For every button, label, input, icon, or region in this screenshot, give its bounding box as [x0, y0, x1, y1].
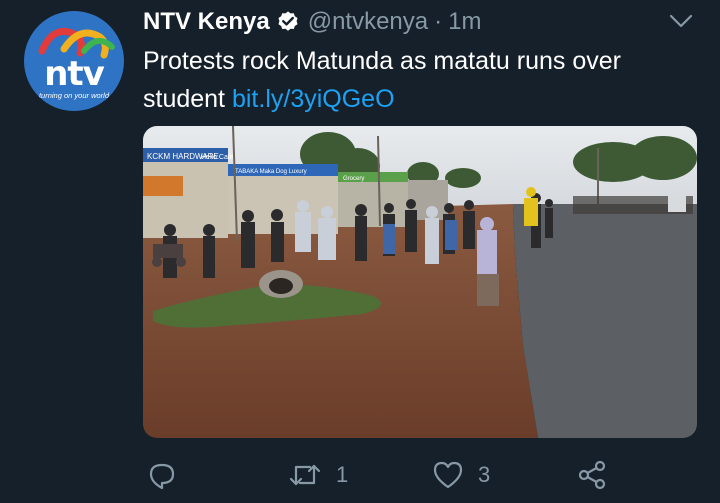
share-icon: [578, 460, 606, 490]
retweet-button[interactable]: 1: [288, 455, 348, 495]
separator-dot: ·: [434, 8, 443, 35]
like-count: 3: [478, 462, 491, 487]
like-button[interactable]: 3: [432, 455, 490, 495]
avatar-tagline: turning on your world: [38, 91, 110, 100]
chevron-down-icon[interactable]: [668, 12, 694, 30]
shop-sign-4: Grocery: [343, 176, 364, 182]
photo-scene: KCKM HARDWARE Hello Cafe TABAKA Maka Dog…: [143, 126, 697, 438]
handle[interactable]: @ntvkenya: [308, 8, 428, 36]
verified-badge-icon: [278, 11, 298, 31]
avatar[interactable]: ntv turning on your world: [24, 11, 124, 111]
tweet-header: NTV Kenya @ntvkenya · 1m: [143, 6, 481, 38]
share-button[interactable]: [577, 455, 607, 495]
avatar-logo-text: ntv: [44, 54, 105, 94]
shop-sign-3: TABAKA Maka Dog Luxury: [235, 169, 307, 175]
retweet-icon: [289, 464, 321, 486]
tweet-photo[interactable]: KCKM HARDWARE Hello Cafe TABAKA Maka Dog…: [143, 126, 697, 438]
shop-sign-2: Hello Cafe: [201, 154, 234, 161]
retweet-count: 1: [336, 462, 349, 487]
tweet-link[interactable]: bit.ly/3yiQGeO: [232, 85, 395, 113]
reply-icon: [149, 463, 175, 490]
tweet-text: Protests rock Matunda as matatu runs ove…: [143, 42, 703, 118]
like-icon: [433, 461, 463, 489]
reply-button[interactable]: [147, 455, 191, 495]
display-name[interactable]: NTV Kenya: [143, 8, 270, 36]
timestamp[interactable]: 1m: [448, 8, 481, 36]
tweet-actions: 1 3: [0, 455, 720, 495]
